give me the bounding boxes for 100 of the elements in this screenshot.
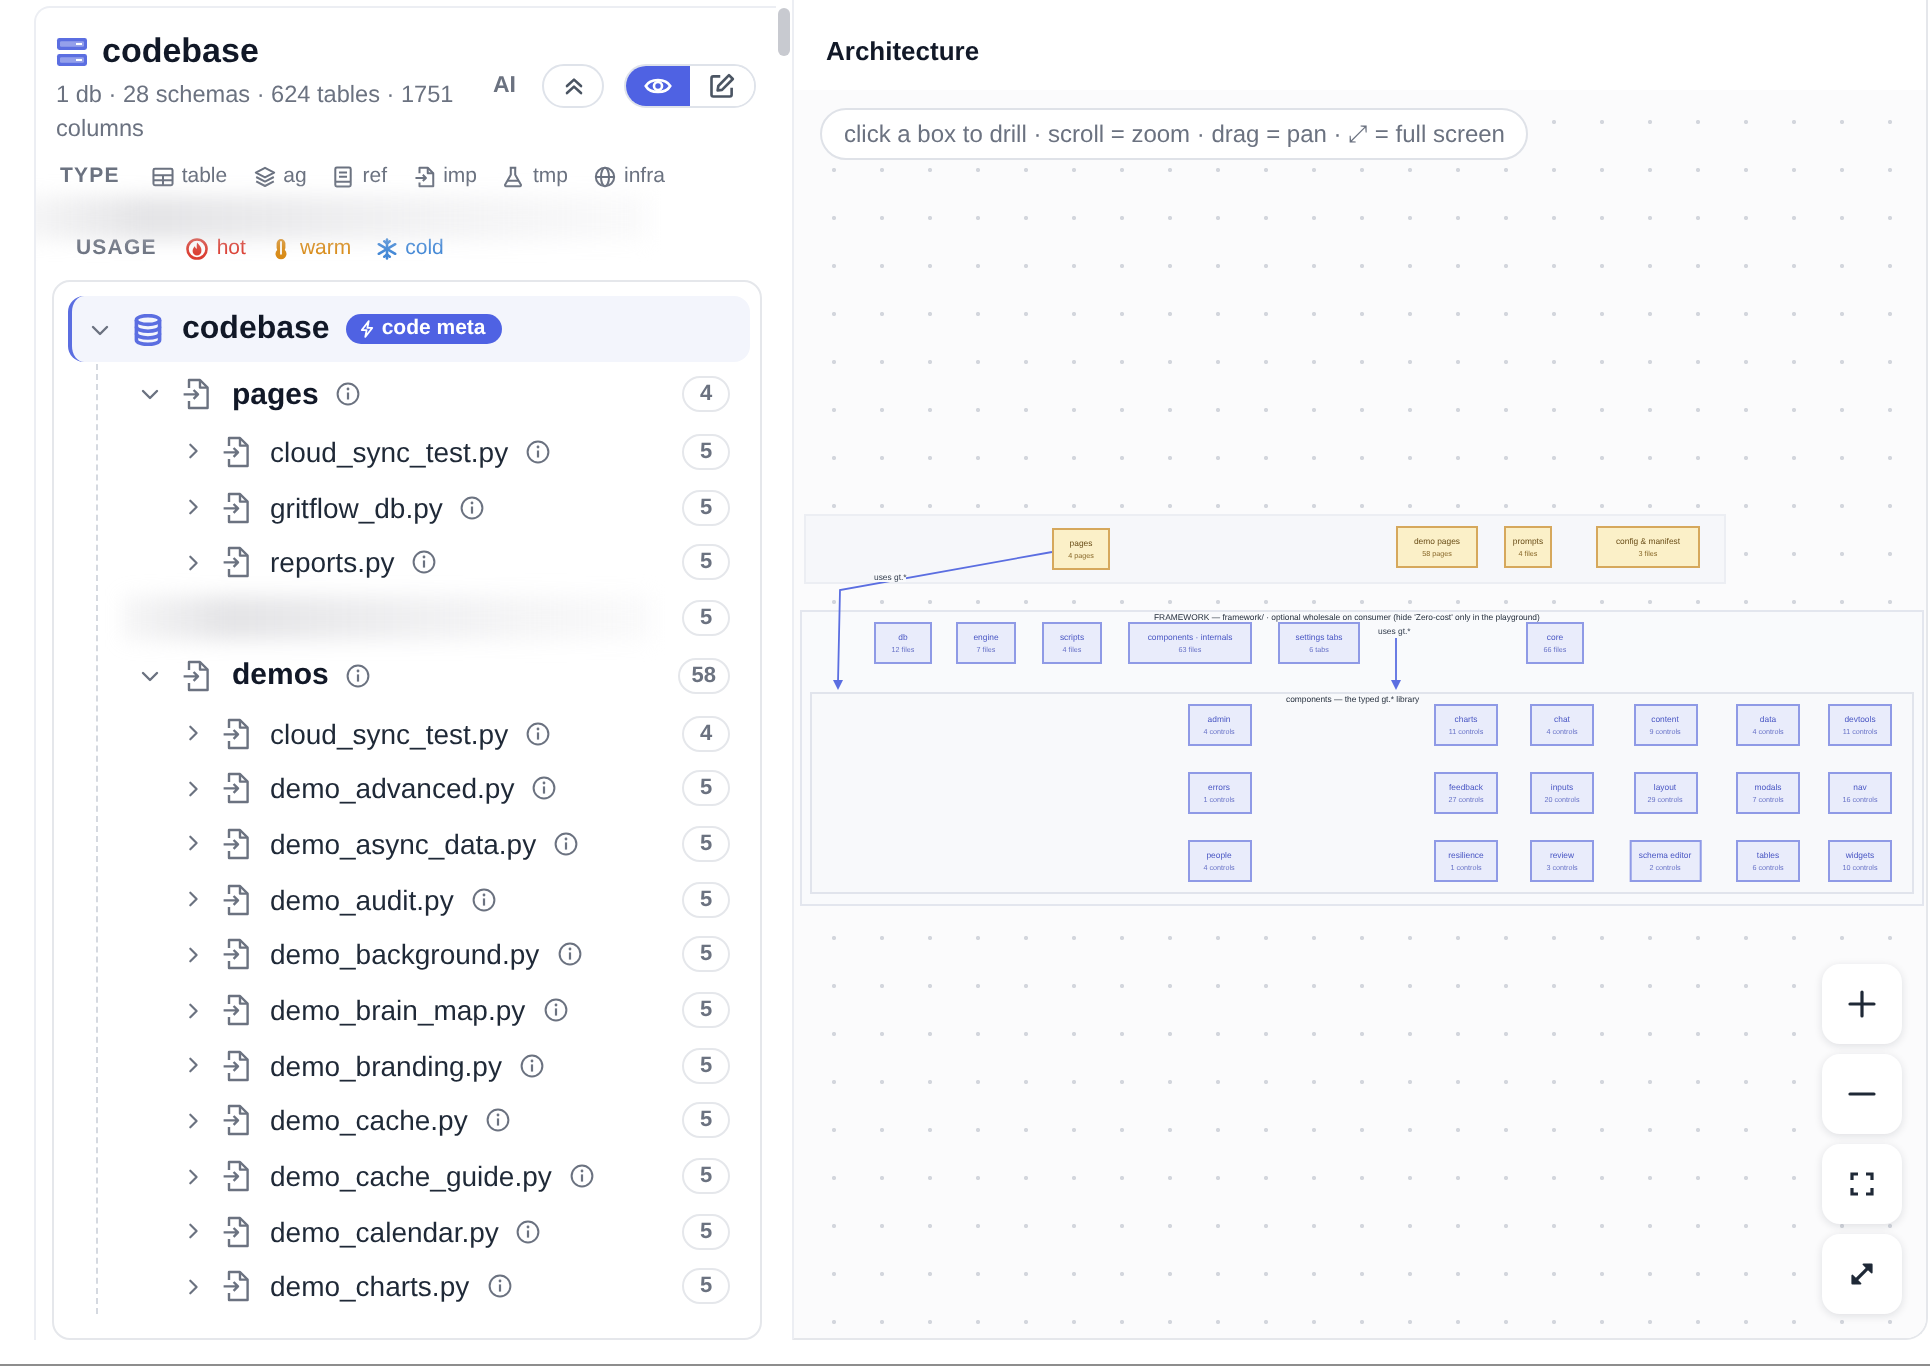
info-icon[interactable] [543,998,568,1023]
tree-node-label: reports.py [270,546,395,579]
chevron-icon[interactable] [184,779,202,798]
info-icon[interactable] [485,1108,510,1133]
chevron-icon[interactable] [184,1222,202,1241]
chevron-icon[interactable] [184,442,202,461]
badge-label: code meta [381,318,486,340]
info-icon[interactable] [557,942,582,967]
fullscreen-button[interactable] [1822,1234,1902,1314]
chevron-icon[interactable] [140,384,160,404]
chevron-icon[interactable] [184,724,202,743]
panel-title: Architecture [826,35,980,65]
count-badge: 5 [682,1268,730,1305]
legend-label: tmp [532,164,568,188]
count-badge: 58 [677,657,730,694]
info-icon[interactable] [346,663,371,688]
tree-node-label: cloud_sync_test.py [270,435,509,468]
legend-label: ref [362,164,388,188]
file-import-icon [222,1270,250,1303]
file-import-icon [222,546,250,579]
chevron-icon[interactable] [184,890,202,909]
info-icon[interactable] [471,887,496,912]
chevron-icon[interactable] [184,1001,202,1020]
chevron-icon[interactable] [184,1277,202,1296]
info-icon[interactable] [569,1164,594,1189]
fit-view-button[interactable] [1822,1144,1902,1224]
tree-row[interactable]: codebase code meta [68,296,750,362]
chevron-icon[interactable] [184,834,202,853]
info-icon[interactable] [526,439,551,464]
file-import-icon [222,1104,250,1137]
minus-icon [1848,1092,1876,1096]
tree-row[interactable]: pages 4 [98,364,750,424]
tree-node-label: demo_cache_guide.py [270,1160,552,1193]
tree-node-label: demo_calendar.py [270,1215,499,1248]
chevron-icon[interactable] [184,553,202,572]
file-import-icon [222,435,250,468]
scrollbar-thumb[interactable] [778,8,790,56]
tree-row[interactable]: cloud_sync_test.py 5 [98,424,750,480]
info-icon[interactable] [487,1274,512,1299]
info-icon[interactable] [336,382,361,406]
sidebar-title: codebase [102,32,259,72]
count-badge: 5 [682,489,730,526]
chevron-icon[interactable] [184,945,202,964]
file-import-icon [222,883,250,916]
tree-node-label: demo_branding.py [270,1049,502,1082]
view-mode-button[interactable] [626,66,690,106]
file-import-icon [222,1215,250,1248]
globe-icon [594,165,616,187]
tree-node-label: pages [232,377,319,411]
legend-label: imp [443,164,477,188]
info-icon[interactable] [526,721,551,746]
file-import-icon [222,772,250,805]
info-icon[interactable] [460,495,485,520]
file-import-icon [222,1160,250,1193]
book-icon [332,165,355,187]
legend-label: cold [405,236,444,260]
legend-heading: TYPE [60,164,120,188]
info-icon[interactable] [516,1219,541,1244]
chevrons-up-icon [561,74,585,98]
legend-label: table [181,164,228,188]
count-badge: 5 [682,825,730,862]
count-badge: 5 [682,992,730,1029]
zoom-in-button[interactable] [1822,964,1902,1044]
chevron-icon[interactable] [184,1167,202,1186]
tree-row[interactable]: demo_audit.py 5 [98,871,750,927]
tree-row[interactable]: demo_cache_guide.py 5 [98,1148,750,1204]
count-badge: 5 [682,1102,730,1139]
tree-row[interactable]: demo_charts.py 5 [98,1259,750,1315]
file-import-icon [222,491,250,524]
tree-row[interactable]: demo_background.py 5 [98,927,750,983]
schema-stats: 1 db · 28 schemas · 624 tables · 1751 columns [56,78,456,146]
tree-row[interactable]: demo_cache.py 5 [98,1093,750,1149]
count-badge: 5 [682,770,730,807]
chevron-icon[interactable] [184,1056,202,1075]
tree-node-label: demo_charts.py [270,1270,470,1303]
tree-row[interactable]: demo_brain_map.py 5 [98,982,750,1038]
tree-node-label: demo_audit.py [270,883,454,916]
tree-row[interactable]: demo_calendar.py 5 [98,1203,750,1260]
tree-row[interactable]: reports.py 5 [98,534,750,591]
chevron-icon[interactable] [184,1111,202,1130]
tree-row[interactable]: demo_async_data.py 5 [98,816,750,872]
info-icon[interactable] [412,550,437,575]
count-badge: 5 [682,599,730,636]
tree-row[interactable]: demo_branding.py 5 [98,1037,750,1094]
tree-row[interactable]: demo_advanced.py 5 [98,760,750,817]
tree-row[interactable]: demos 58 [98,645,750,706]
collapse-all-button[interactable] [542,64,604,108]
info-icon[interactable] [532,776,557,801]
file-import-icon [182,659,210,692]
tree-row[interactable]: cloud_sync_test.py 4 [98,705,750,761]
edit-icon [708,72,736,100]
info-icon[interactable] [554,831,579,856]
file-import-icon [222,717,250,750]
file-import-icon [222,1049,250,1082]
chevron-icon[interactable] [184,498,202,517]
tree-node-label: gritflow_db.py [270,491,443,524]
ai-toggle[interactable]: AI [487,74,522,98]
info-icon[interactable] [519,1053,544,1078]
tree-node-label: demo_cache.py [270,1104,468,1137]
tree-row[interactable]: gritflow_db.py 5 [98,479,750,535]
